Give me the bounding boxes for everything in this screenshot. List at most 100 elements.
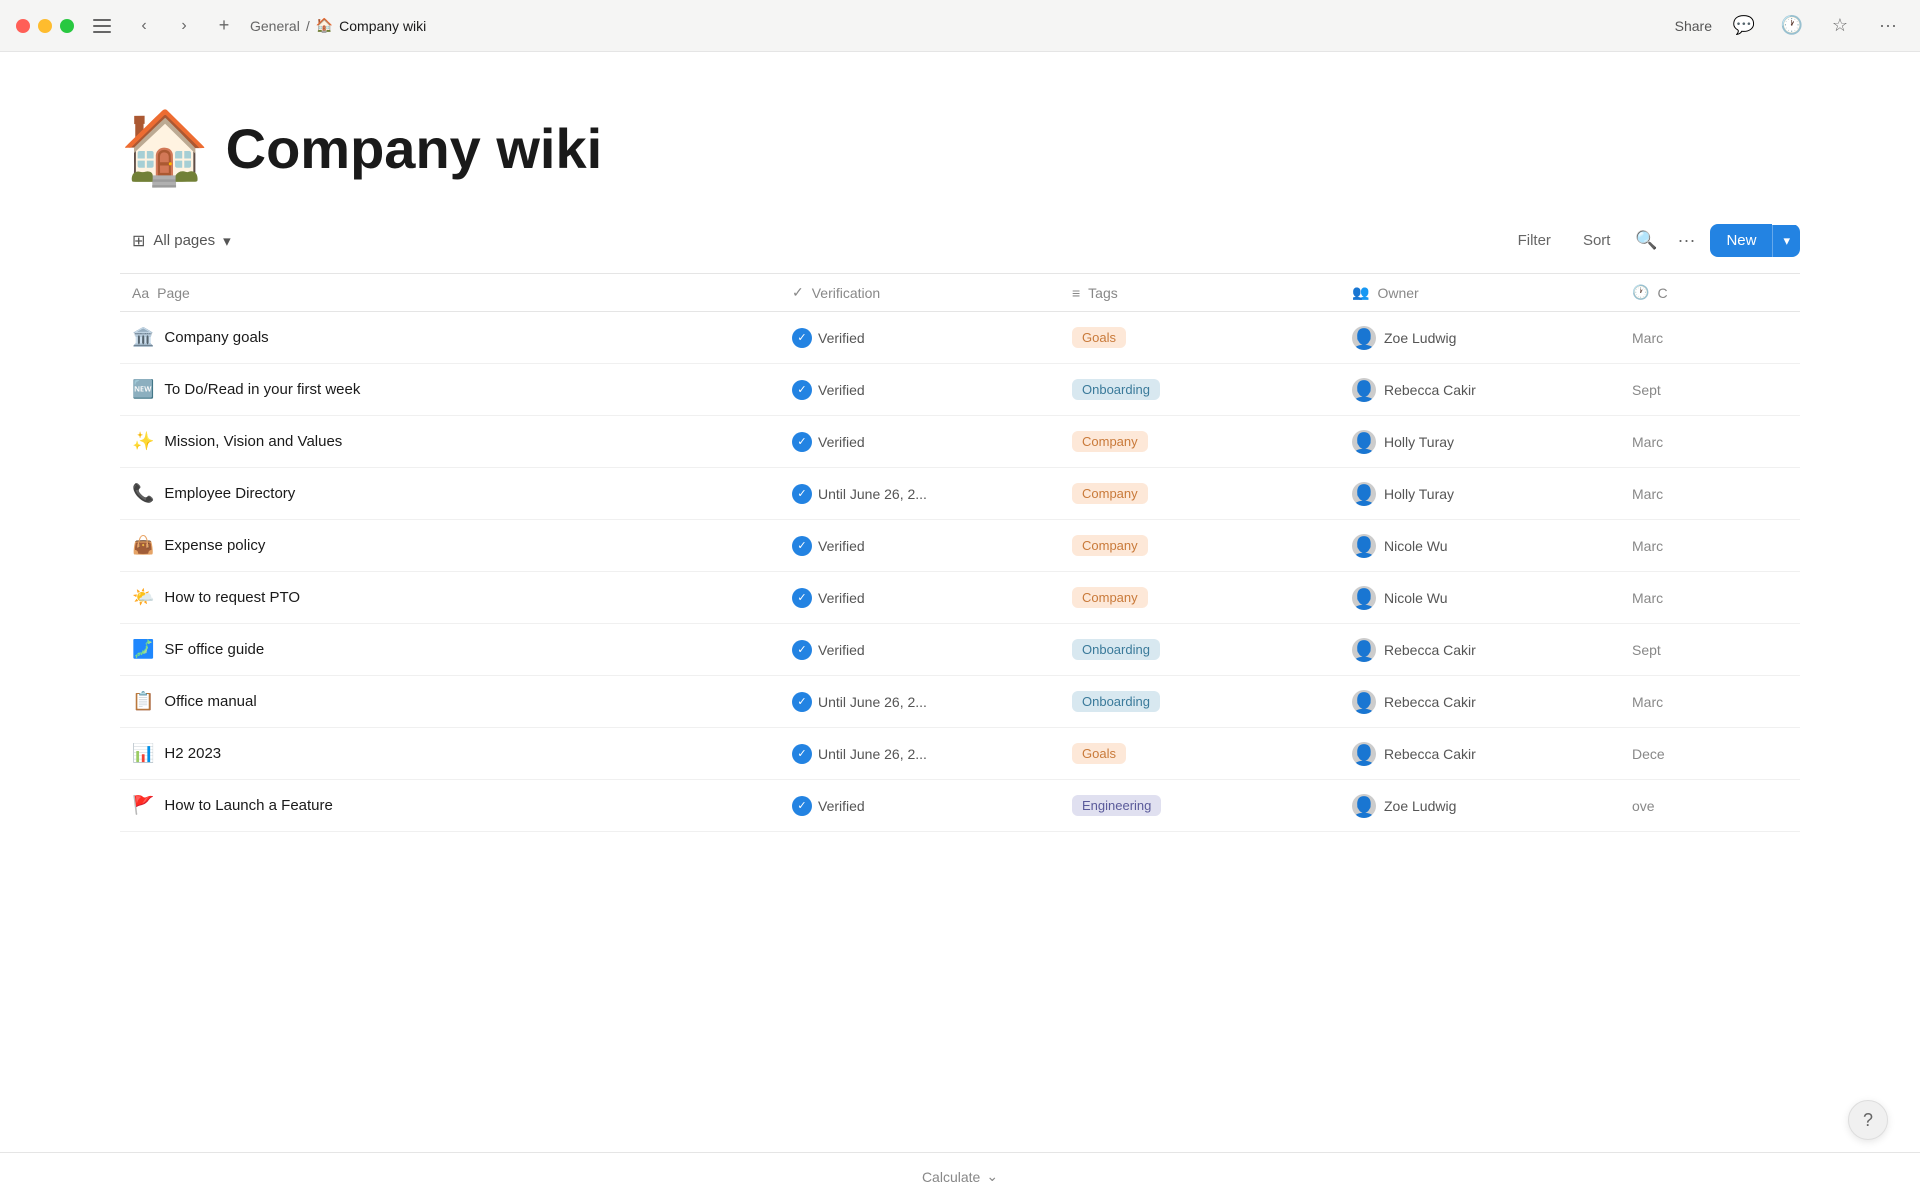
tag-badge: Engineering bbox=[1072, 795, 1161, 816]
table-row[interactable]: 📋 Office manual ✓ Until June 26, 2... On… bbox=[120, 676, 1800, 728]
verification-label: Until June 26, 2... bbox=[818, 746, 927, 762]
verification-cell: ✓ Verified bbox=[780, 316, 1060, 360]
hamburger-icon bbox=[93, 31, 111, 33]
verification-label: Verified bbox=[818, 330, 865, 346]
more-options-button[interactable]: ··· bbox=[1872, 10, 1904, 42]
search-icon: 🔍 bbox=[1635, 230, 1657, 251]
row-icon: 👜 bbox=[132, 535, 154, 556]
verification-cell: ✓ Verified bbox=[780, 576, 1060, 620]
table-row[interactable]: 🆕 To Do/Read in your first week ✓ Verifi… bbox=[120, 364, 1800, 416]
new-page-dropdown-button[interactable]: ▾ bbox=[1772, 225, 1800, 257]
tag-badge: Onboarding bbox=[1072, 379, 1160, 400]
date-cell: Marc bbox=[1620, 474, 1800, 514]
breadcrumb: General / 🏠 Company wiki bbox=[250, 17, 426, 34]
row-icon: 🆕 bbox=[132, 379, 154, 400]
column-header-page: Aa Page bbox=[120, 284, 780, 301]
verification-label: Verified bbox=[818, 538, 865, 554]
owner-name: Zoe Ludwig bbox=[1384, 330, 1456, 346]
person-icon: 👤 bbox=[1352, 798, 1376, 818]
maximize-button[interactable] bbox=[60, 19, 74, 33]
column-header-tags-label: Tags bbox=[1088, 285, 1118, 301]
verified-icon: ✓ bbox=[792, 536, 812, 556]
tag-badge: Company bbox=[1072, 587, 1148, 608]
person-icon: 👤 bbox=[1352, 746, 1376, 766]
more-view-options-button[interactable]: ··· bbox=[1670, 225, 1702, 257]
table-row[interactable]: 📊 H2 2023 ✓ Until June 26, 2... Goals 👤 … bbox=[120, 728, 1800, 780]
database-table: Aa Page ✓ Verification ≡ Tags 👥 Owner 🕐 … bbox=[120, 273, 1800, 832]
table-row[interactable]: 🌤️ How to request PTO ✓ Verified Company… bbox=[120, 572, 1800, 624]
owner-cell: 👤 Rebecca Cakir bbox=[1340, 626, 1620, 674]
minimize-button[interactable] bbox=[38, 19, 52, 33]
page-name: Expense policy bbox=[164, 537, 265, 554]
date-cell: Dece bbox=[1620, 734, 1800, 774]
page-cell: 🌤️ How to request PTO bbox=[120, 575, 780, 620]
row-icon: 🚩 bbox=[132, 795, 154, 816]
sidebar-toggle-button[interactable] bbox=[86, 10, 118, 42]
verification-cell: ✓ Verified bbox=[780, 420, 1060, 464]
date-cell: Marc bbox=[1620, 682, 1800, 722]
sort-button[interactable]: Sort bbox=[1571, 226, 1623, 255]
history-icon: 🕐 bbox=[1781, 15, 1803, 36]
verification-label: Verified bbox=[818, 642, 865, 658]
help-button[interactable]: ? bbox=[1848, 1100, 1888, 1140]
row-icon: 🗾 bbox=[132, 639, 154, 660]
forward-button[interactable]: › bbox=[170, 12, 198, 40]
page-name: SF office guide bbox=[164, 641, 264, 658]
calculate-button[interactable]: Calculate ⌄ bbox=[922, 1168, 998, 1185]
back-button[interactable]: ‹ bbox=[130, 12, 158, 40]
table-row[interactable]: 📞 Employee Directory ✓ Until June 26, 2.… bbox=[120, 468, 1800, 520]
date-cell: Marc bbox=[1620, 578, 1800, 618]
owner-cell: 👤 Rebecca Cakir bbox=[1340, 730, 1620, 778]
person-icon: 👤 bbox=[1352, 694, 1376, 714]
table-row[interactable]: ✨ Mission, Vision and Values ✓ Verified … bbox=[120, 416, 1800, 468]
row-icon: 🏛️ bbox=[132, 327, 154, 348]
breadcrumb-page-icon: 🏠 bbox=[316, 17, 333, 34]
history-button[interactable]: 🕐 bbox=[1776, 10, 1808, 42]
avatar: 👤 bbox=[1352, 326, 1376, 350]
search-button[interactable]: 🔍 bbox=[1630, 225, 1662, 257]
owner-cell: 👤 Holly Turay bbox=[1340, 418, 1620, 466]
tag-cell: Onboarding bbox=[1060, 679, 1340, 724]
page-cell: 👜 Expense policy bbox=[120, 523, 780, 568]
favorite-button[interactable]: ☆ bbox=[1824, 10, 1856, 42]
ellipsis-icon: ··· bbox=[1677, 230, 1695, 251]
calculate-label: Calculate bbox=[922, 1169, 980, 1185]
column-header-date: 🕐 C bbox=[1620, 284, 1800, 301]
close-button[interactable] bbox=[16, 19, 30, 33]
verified-icon: ✓ bbox=[792, 640, 812, 660]
tag-badge: Onboarding bbox=[1072, 639, 1160, 660]
page-name: Office manual bbox=[164, 693, 256, 710]
new-page-button[interactable]: New bbox=[1710, 224, 1772, 257]
verification-cell: ✓ Verified bbox=[780, 784, 1060, 828]
tag-badge: Company bbox=[1072, 483, 1148, 504]
person-icon: 👤 bbox=[1352, 434, 1376, 454]
verification-label: Until June 26, 2... bbox=[818, 486, 927, 502]
table-row[interactable]: 👜 Expense policy ✓ Verified Company 👤 Ni… bbox=[120, 520, 1800, 572]
verification-label: Verified bbox=[818, 434, 865, 450]
verification-label: Verified bbox=[818, 382, 865, 398]
verification-label: Verified bbox=[818, 590, 865, 606]
traffic-lights bbox=[16, 19, 74, 33]
grid-icon: ⊞ bbox=[132, 231, 145, 251]
new-tab-button[interactable]: + bbox=[210, 12, 238, 40]
page-title: Company wiki bbox=[226, 116, 603, 181]
page-cell: 📞 Employee Directory bbox=[120, 471, 780, 516]
new-button-group: New ▾ bbox=[1710, 224, 1800, 257]
table-row[interactable]: 🗾 SF office guide ✓ Verified Onboarding … bbox=[120, 624, 1800, 676]
comments-icon: 💬 bbox=[1733, 15, 1755, 36]
share-button[interactable]: Share bbox=[1675, 18, 1712, 34]
column-header-owner: 👥 Owner bbox=[1340, 284, 1620, 301]
view-selector-button[interactable]: ⊞ All pages ▾ bbox=[120, 225, 243, 257]
table-row[interactable]: 🏛️ Company goals ✓ Verified Goals 👤 Zoe … bbox=[120, 312, 1800, 364]
filter-button[interactable]: Filter bbox=[1506, 226, 1563, 255]
avatar: 👤 bbox=[1352, 430, 1376, 454]
table-row[interactable]: 🚩 How to Launch a Feature ✓ Verified Eng… bbox=[120, 780, 1800, 832]
comments-button[interactable]: 💬 bbox=[1728, 10, 1760, 42]
star-icon: ☆ bbox=[1832, 15, 1848, 36]
tag-cell: Goals bbox=[1060, 315, 1340, 360]
verified-icon: ✓ bbox=[792, 692, 812, 712]
breadcrumb-parent[interactable]: General bbox=[250, 18, 300, 34]
page-title-section: 🏠 Company wiki bbox=[120, 112, 1800, 184]
verified-icon: ✓ bbox=[792, 796, 812, 816]
page-cell: 🗾 SF office guide bbox=[120, 627, 780, 672]
